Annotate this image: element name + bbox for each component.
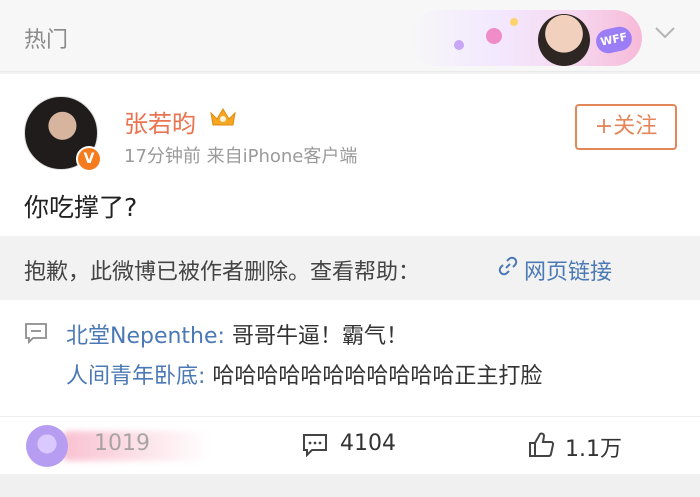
promo-banner[interactable]: WFF xyxy=(410,10,642,66)
username[interactable]: 张若昀 xyxy=(124,104,196,139)
verified-badge-icon: V xyxy=(76,146,102,172)
comment-icon xyxy=(25,323,47,344)
forward-count[interactable]: 1019 xyxy=(94,431,150,456)
action-bar: 1019 4104 1.1万 xyxy=(0,416,700,474)
thumbs-up-icon[interactable] xyxy=(527,431,555,459)
post-text: 你吃撑了? xyxy=(24,193,138,222)
web-link[interactable]: 网页链接 xyxy=(524,254,612,286)
section-title: 热门 xyxy=(24,28,69,53)
forward-avatar xyxy=(26,425,68,467)
chevron-down-icon[interactable] xyxy=(654,26,676,40)
like-count[interactable]: 1.1万 xyxy=(565,431,622,463)
hot-section-header: 热门 WFF xyxy=(0,0,700,72)
post-meta: 17分钟前 来自iPhone客户端 xyxy=(124,146,358,167)
comment-count[interactable]: 4104 xyxy=(340,431,396,456)
comment-item[interactable]: 北堂Nepenthe: 哥哥牛逼！霸气！ xyxy=(66,318,408,350)
decor-bubble xyxy=(454,40,464,50)
banner-tag: WFF xyxy=(593,24,635,56)
follow-button[interactable]: +关注 xyxy=(575,104,677,150)
repost-deleted-box: 抱歉，此微博已被作者删除。查看帮助： 网页链接 xyxy=(0,236,700,300)
crown-icon[interactable] xyxy=(208,104,238,130)
decor-bubble xyxy=(486,28,502,44)
comment-icon[interactable] xyxy=(302,433,328,457)
comment-item[interactable]: 人间青年卧底: 哈哈哈哈哈哈哈哈哈哈哈正主打脸 xyxy=(66,358,542,390)
comment-author[interactable]: 人间青年卧底: xyxy=(66,364,205,389)
comment-text: 哥哥牛逼！霸气！ xyxy=(224,324,408,349)
comment-text: 哈哈哈哈哈哈哈哈哈哈哈正主打脸 xyxy=(205,364,543,389)
comment-author[interactable]: 北堂Nepenthe: xyxy=(66,324,225,349)
comment-preview[interactable]: 北堂Nepenthe: 哥哥牛逼！霸气！ 人间青年卧底: 哈哈哈哈哈哈哈哈哈哈哈… xyxy=(0,314,700,414)
banner-portrait xyxy=(538,14,590,66)
weibo-post-card: V 张若昀 17分钟前 来自iPhone客户端 +关注 你吃撑了? 抱歉，此微博… xyxy=(0,74,700,474)
link-icon[interactable] xyxy=(497,255,519,277)
deleted-notice: 抱歉，此微博已被作者删除。查看帮助： xyxy=(24,260,421,285)
decor-bubble xyxy=(510,18,518,26)
next-card-divider xyxy=(0,476,700,497)
